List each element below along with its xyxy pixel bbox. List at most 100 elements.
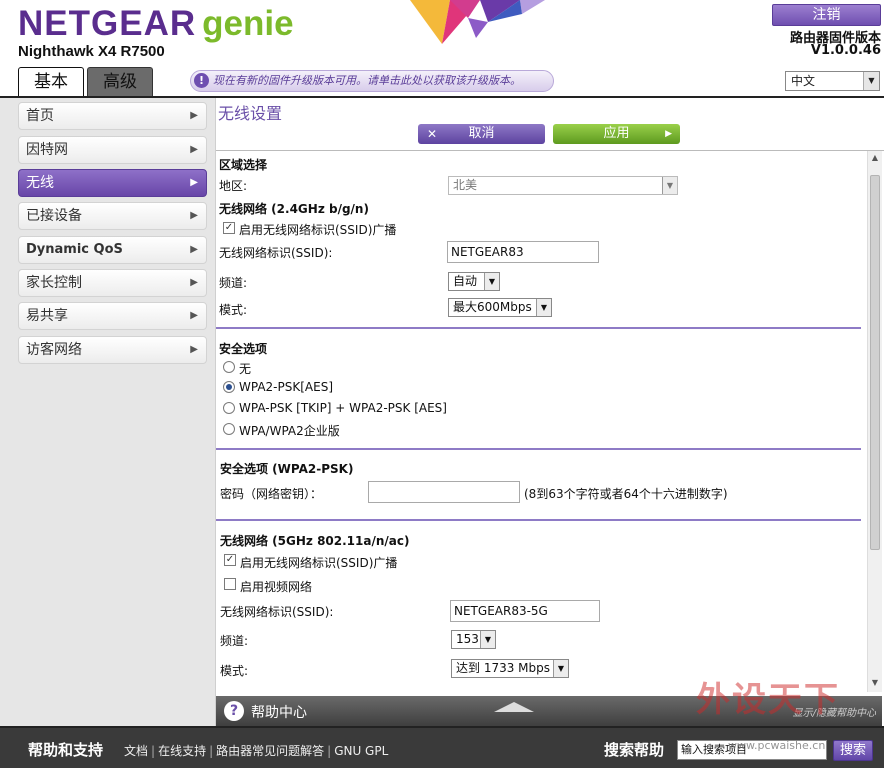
sidebar-item-guest-network[interactable]: 访客网络 ▶ [18, 336, 207, 364]
band24-channel-value: 自动 [453, 274, 478, 288]
security-radio-wpa-enterprise[interactable] [223, 423, 235, 435]
brand-name: NETGEAR [18, 4, 197, 43]
section-divider [216, 327, 861, 329]
scroll-up-arrow-icon[interactable]: ▲ [868, 153, 882, 165]
chevron-right-icon: ▶ [190, 277, 198, 288]
band5-channel-value: 153 [456, 632, 479, 646]
search-input[interactable]: 输入搜索项目 [677, 740, 827, 760]
language-select[interactable]: 中文 ▼ [785, 71, 880, 91]
close-icon: ✕ [427, 127, 438, 141]
password-input[interactable] [368, 481, 520, 503]
footer-link-docs[interactable]: 文档 [124, 744, 148, 758]
sidebar-item-internet[interactable]: 因特网 ▶ [18, 136, 207, 164]
link-divider: | [151, 744, 156, 758]
band5-mode-select[interactable]: 达到 1733 Mbps ▼ [451, 659, 569, 678]
section-divider [216, 448, 861, 450]
security-psk-heading: 安全选项 (WPA2-PSK) [220, 462, 354, 476]
scroll-down-arrow-icon[interactable]: ▼ [868, 678, 882, 690]
tab-advanced[interactable]: 高级 [87, 67, 153, 97]
region-value: 北美 [453, 178, 478, 192]
help-center-bar[interactable]: ? 帮助中心 显示/隐藏帮助中心 [216, 696, 882, 726]
search-help-label: 搜索帮助 [604, 741, 665, 759]
router-model: Nighthawk X4 R7500 [18, 43, 165, 60]
cancel-button[interactable]: ✕ 取消 [418, 124, 545, 144]
band24-ssid-label: 无线网络标识(SSID): [219, 246, 333, 260]
header: NETGEAR genie Nighthawk X4 R7500 注销 路由器固件… [0, 0, 884, 98]
chevron-right-icon: ▶ [190, 210, 198, 221]
sidebar-item-label: Dynamic QoS [26, 242, 123, 257]
search-button[interactable]: 搜索 [833, 740, 873, 761]
footer-links: 文档 | 在线支持 | 路由器常见问题解答 | GNU GPL [124, 742, 388, 759]
apply-button[interactable]: 应用 ▶ [553, 124, 680, 144]
security-option-label: WPA/WPA2企业版 [239, 424, 340, 438]
cancel-label: 取消 [468, 126, 495, 141]
band24-channel-select[interactable]: 自动 ▼ [448, 272, 500, 291]
chevron-right-icon: ▶ [190, 177, 198, 188]
dropdown-arrow-icon: ▼ [553, 660, 568, 677]
band24-broadcast-label: 启用无线网络标识(SSID)广播 [239, 223, 397, 237]
security-option-label: WPA-PSK [TKIP] + WPA2-PSK [AES] [239, 401, 447, 415]
sidebar-item-readyshare[interactable]: 易共享 ▶ [18, 302, 207, 330]
help-center-label: 帮助中心 [251, 705, 307, 721]
band5-ssid-label: 无线网络标识(SSID): [220, 605, 334, 619]
dropdown-arrow-icon: ▼ [863, 72, 879, 90]
settings-form: 区域选择 地区: 北美 ▼ 无线网络 (2.4GHz b/g/n) ✓ 启用无线… [216, 151, 867, 692]
band5-video-label: 启用视频网络 [240, 580, 313, 594]
sidebar-item-label: 无线 [26, 175, 54, 191]
band24-ssid-input[interactable]: NETGEAR83 [447, 241, 599, 263]
band5-channel-label: 频道: [220, 634, 249, 648]
footer: 帮助和支持 文档 | 在线支持 | 路由器常见问题解答 | GNU GPL 搜索帮助 输入搜… [0, 726, 884, 768]
toggle-help-center-link[interactable]: 显示/隐藏帮助中心 [793, 704, 876, 719]
band24-mode-value: 最大600Mbps [453, 300, 532, 314]
sidebar-item-label: 首页 [26, 108, 54, 124]
sidebar-item-parental-controls[interactable]: 家长控制 ▶ [18, 269, 207, 297]
footer-link-faq[interactable]: 路由器常见问题解答 [216, 744, 324, 758]
band24-mode-label: 模式: [219, 303, 248, 317]
link-divider: | [209, 744, 214, 758]
language-value: 中文 [791, 74, 816, 88]
chevron-right-icon: ▶ [190, 144, 198, 155]
security-radio-none[interactable] [223, 361, 235, 373]
content-scrollbar[interactable]: ▲ ▼ [867, 151, 882, 692]
logo-shards-graphic [410, 0, 545, 44]
logout-button[interactable]: 注销 [772, 4, 881, 26]
sidebar-item-label: 访客网络 [26, 342, 82, 358]
band5-ssid-input[interactable]: NETGEAR83-5G [450, 600, 600, 622]
region-heading: 区域选择 [219, 158, 268, 172]
alert-icon: ! [194, 73, 209, 88]
dropdown-arrow-icon: ▼ [536, 299, 551, 316]
band24-channel-label: 频道: [219, 276, 248, 290]
section-divider [216, 519, 861, 521]
chevron-right-icon: ▶ [190, 344, 198, 355]
security-options-heading: 安全选项 [219, 342, 268, 356]
sidebar-item-dynamic-qos[interactable]: Dynamic QoS ▶ [18, 236, 207, 264]
band5-broadcast-checkbox[interactable]: ✓ [224, 554, 236, 566]
footer-title: 帮助和支持 [28, 741, 104, 759]
sidebar-item-label: 因特网 [26, 142, 68, 158]
security-option-label: WPA2-PSK[AES] [239, 380, 334, 394]
band24-broadcast-checkbox[interactable]: ✓ [223, 222, 235, 234]
scrollbar-thumb[interactable] [870, 175, 880, 550]
chevron-right-icon: ▶ [190, 244, 198, 255]
band5-mode-label: 模式: [220, 664, 249, 678]
password-label: 密码（网络密钥）： [220, 487, 323, 501]
footer-link-online-support[interactable]: 在线支持 [158, 744, 206, 758]
region-label: 地区: [219, 179, 248, 193]
region-select[interactable]: 北美 ▼ [448, 176, 678, 195]
sidebar-item-attached-devices[interactable]: 已接设备 ▶ [18, 202, 207, 230]
band5-video-checkbox[interactable] [224, 578, 236, 590]
main-panel: 无线设置 ✕ 取消 应用 ▶ 区域选择 地区: 北美 ▼ 无线网络 (2.4GHz … [216, 98, 884, 726]
security-radio-wpa-wpa2-mixed[interactable] [223, 402, 235, 414]
expand-arrow-icon[interactable] [494, 702, 534, 712]
dropdown-arrow-icon: ▼ [484, 273, 499, 290]
brand-product: genie [202, 4, 294, 43]
security-radio-wpa2-psk-aes[interactable] [223, 381, 235, 393]
firmware-update-notice[interactable]: ! 现在有新的固件升级版本可用。请单击此处以获取该升级版本。 [190, 70, 554, 92]
tab-basic[interactable]: 基本 [18, 67, 84, 97]
sidebar-item-home[interactable]: 首页 ▶ [18, 102, 207, 130]
footer-link-gnu-gpl[interactable]: GNU GPL [334, 744, 388, 758]
band24-mode-select[interactable]: 最大600Mbps ▼ [448, 298, 552, 317]
sidebar-item-wireless[interactable]: 无线 ▶ [18, 169, 207, 197]
notice-text: 现在有新的固件升级版本可用。请单击此处以获取该升级版本。 [213, 74, 521, 87]
band5-channel-select[interactable]: 153 ▼ [451, 630, 496, 649]
